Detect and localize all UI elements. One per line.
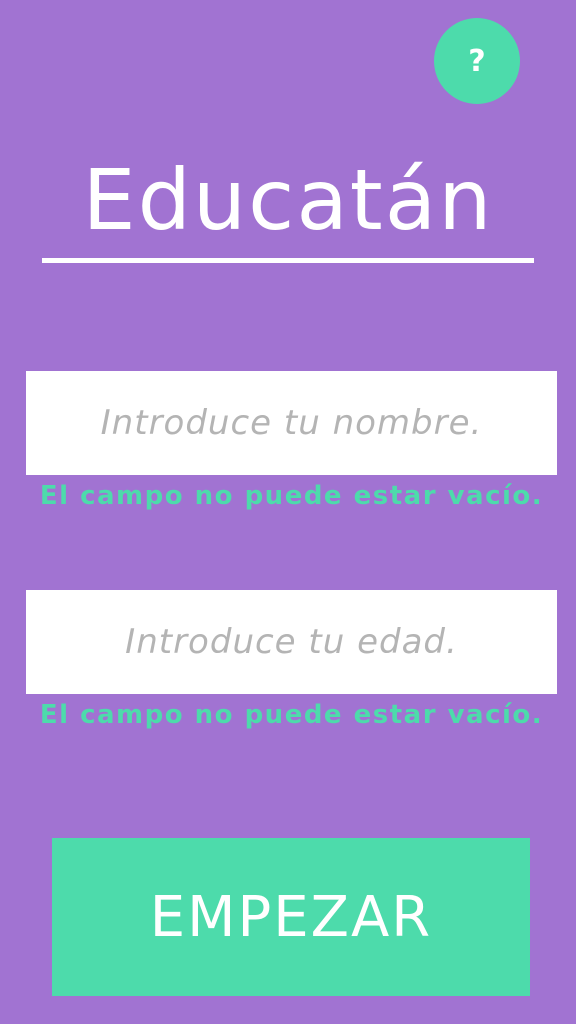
title-underline	[42, 258, 534, 263]
age-input[interactable]	[26, 590, 557, 694]
start-button-label: EMPEZAR	[149, 884, 433, 950]
app-title: Educatán	[82, 151, 494, 249]
start-button[interactable]: EMPEZAR	[52, 838, 530, 996]
help-icon: ?	[468, 43, 486, 79]
age-error-message: El campo no puede estar vacío.	[39, 700, 544, 730]
name-input[interactable]	[26, 371, 557, 475]
name-error-message: El campo no puede estar vacío.	[39, 481, 544, 511]
help-button[interactable]: ?	[434, 18, 520, 104]
